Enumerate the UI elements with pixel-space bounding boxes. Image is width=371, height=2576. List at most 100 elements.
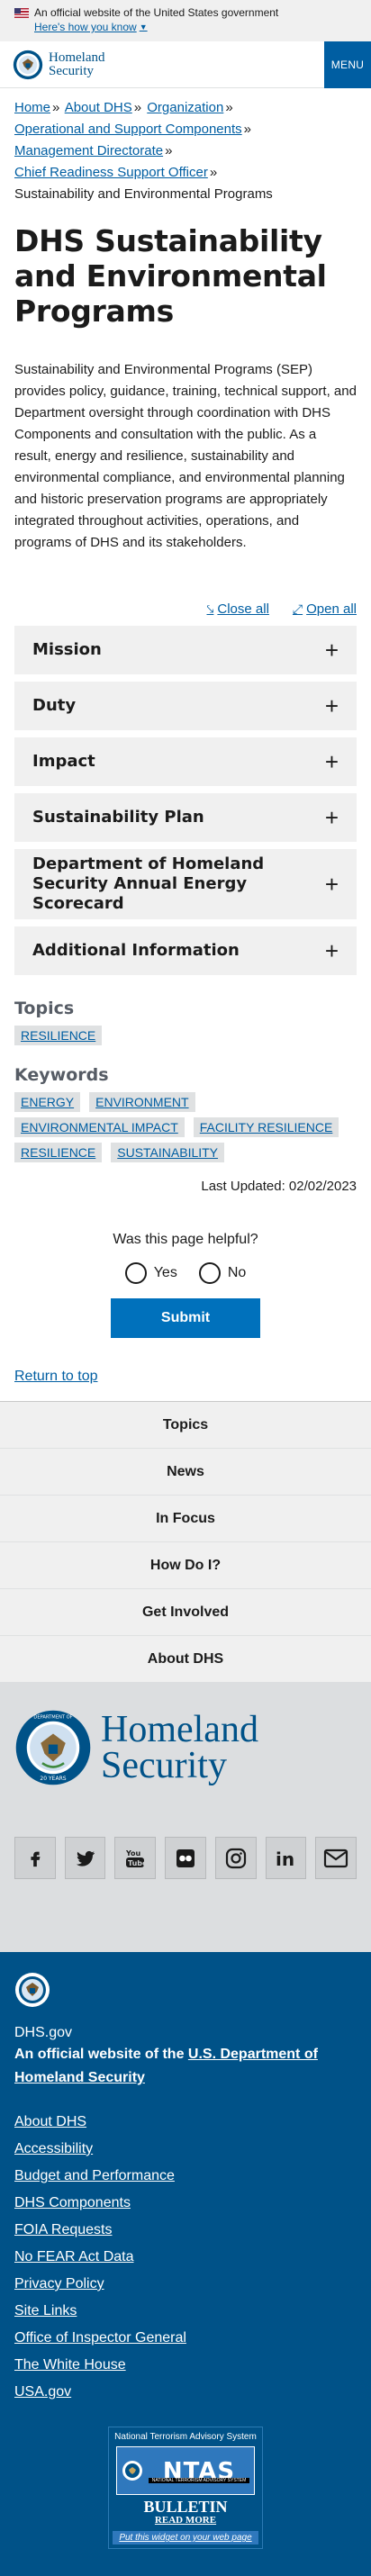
footer-link-privacy-policy[interactable]: Privacy Policy (14, 2273, 357, 2295)
footer-link-no-fear-act[interactable]: No FEAR Act Data (14, 2246, 357, 2268)
footer-nav-how-do-i[interactable]: How Do I? (0, 1541, 371, 1588)
ntas-widget[interactable]: National Terrorism Advisory System NTAS … (108, 2427, 263, 2549)
svg-text:You: You (125, 1849, 141, 1857)
close-all-link[interactable]: ⤥ Close all (207, 601, 269, 617)
submit-button[interactable]: Submit (111, 1298, 260, 1338)
official-prefix: An official website of the (14, 2047, 188, 2062)
accordion-title: Duty (32, 696, 77, 715)
gov-banner: An official website of the United States… (0, 0, 371, 41)
ntas-seal-icon (122, 2461, 142, 2481)
footer-bottom: DHS.gov An official website of the U.S. … (0, 1952, 371, 2576)
menu-button[interactable]: MENU (324, 41, 371, 88)
topics-heading: Topics (14, 999, 75, 1018)
footer-link-budget-performance[interactable]: Budget and Performance (14, 2165, 357, 2187)
how-you-know-label: Here's how you know (34, 21, 137, 33)
accordion-item-energy-scorecard[interactable]: Department of Homeland Security Annual E… (14, 849, 357, 919)
accordion-item-impact[interactable]: Impact + (14, 737, 357, 786)
logo-text: Homeland Security (49, 50, 104, 78)
logo-line2: Security (49, 63, 94, 78)
breadcrumb-operational-support[interactable]: Operational and Support Components (14, 122, 242, 137)
social-links: You Tube in (14, 1837, 357, 1879)
breadcrumb-separator: » (52, 100, 60, 115)
ntas-subtext: NATIONAL TERRORISM ADVISORY SYSTEM (148, 2478, 250, 2483)
breadcrumb-organization[interactable]: Organization (147, 100, 223, 115)
radio-no[interactable] (198, 1262, 221, 1284)
breadcrumb-management-directorate[interactable]: Management Directorate (14, 143, 163, 158)
keyword-tag-resilience[interactable]: RESILIENCE (14, 1143, 103, 1162)
keywords-heading: Keywords (14, 1065, 109, 1085)
footer-link-white-house[interactable]: The White House (14, 2355, 357, 2376)
accordion-item-sustainability-plan[interactable]: Sustainability Plan + (14, 793, 357, 842)
svg-text:in: in (276, 1848, 294, 1870)
open-all-link[interactable]: ⤢ Open all (293, 601, 357, 617)
breadcrumb-separator: » (209, 165, 218, 180)
breadcrumb-separator: » (133, 100, 142, 115)
ntas-read-more[interactable]: READ MORE (109, 2515, 262, 2526)
footer-official-text: An official website of the U.S. Departme… (14, 2043, 357, 2090)
last-updated: Last Updated: 02/02/2023 (201, 1179, 357, 1194)
dhs-seal-icon[interactable] (14, 1972, 50, 2008)
plus-icon: + (324, 692, 339, 719)
breadcrumb-about-dhs[interactable]: About DHS (65, 100, 132, 115)
ntas-top-text: National Terrorism Advisory System (114, 2432, 257, 2442)
seal-top-text: DEPARTMENT OF (33, 1714, 72, 1720)
breadcrumb-crso[interactable]: Chief Readiness Support Officer (14, 165, 208, 180)
accordion-item-duty[interactable]: Duty + (14, 682, 357, 730)
topic-tag-resilience[interactable]: RESILIENCE (14, 1026, 103, 1045)
accordion-title: Department of Homeland Security Annual E… (32, 854, 265, 913)
dhs-logo-link[interactable]: Homeland Security (13, 50, 104, 80)
footer-nav-get-involved[interactable]: Get Involved (0, 1588, 371, 1635)
accordion-title: Impact (32, 752, 95, 771)
return-to-top-link[interactable]: Return to top (14, 1369, 98, 1384)
keyword-tag-facility-resilience[interactable]: FACILITY RESILIENCE (193, 1117, 339, 1137)
accordion-item-additional-information[interactable]: Additional Information + (14, 926, 357, 975)
footer-link-site-links[interactable]: Site Links (14, 2300, 357, 2322)
breadcrumb-separator: » (165, 143, 173, 158)
footer-nav-topics[interactable]: Topics (0, 1401, 371, 1448)
ntas-banner: NTAS NATIONAL TERRORISM ADVISORY SYSTEM (116, 2446, 255, 2495)
ntas-widget-link[interactable]: Put this widget on your web page (113, 2531, 258, 2544)
radio-yes[interactable] (124, 1262, 147, 1284)
feedback-yes-option[interactable]: Yes (124, 1262, 177, 1284)
accordion-title: Mission (32, 640, 102, 659)
footer-link-usa-gov[interactable]: USA.gov (14, 2382, 357, 2403)
footer-link-inspector-general[interactable]: Office of Inspector General (14, 2327, 357, 2349)
breadcrumb-separator: » (225, 100, 233, 115)
close-all-label: Close all (217, 601, 269, 617)
footer-link-about-dhs[interactable]: About DHS (14, 2111, 357, 2133)
plus-icon: + (324, 748, 339, 775)
keyword-tag-energy[interactable]: ENERGY (14, 1092, 81, 1112)
gov-banner-text: An official website of the United States… (34, 6, 279, 19)
accordion-item-mission[interactable]: Mission + (14, 626, 357, 674)
instagram-icon[interactable] (214, 1837, 257, 1879)
breadcrumb-current: Sustainability and Environmental Program… (14, 186, 273, 202)
footer-dhs-logo-link[interactable]: 20 YEARS DEPARTMENT OF Homeland Security (14, 1709, 357, 1786)
page-title: DHS Sustainability and Environmental Pro… (14, 223, 327, 329)
feedback-no-option[interactable]: No (198, 1262, 246, 1284)
accordion-title: Sustainability Plan (32, 808, 204, 827)
twitter-icon[interactable] (64, 1837, 106, 1879)
footer-nav-news[interactable]: News (0, 1448, 371, 1495)
keyword-tag-environment[interactable]: ENVIRONMENT (89, 1092, 195, 1112)
keywords-tags: ENERGY ENVIRONMENT ENVIRONMENTAL IMPACT … (0, 1092, 371, 1162)
footer-logo-line2: Security (101, 1745, 227, 1786)
keyword-tag-sustainability[interactable]: SUSTAINABILITY (111, 1143, 225, 1162)
footer-link-foia-requests[interactable]: FOIA Requests (14, 2219, 357, 2241)
keyword-tag-environmental-impact[interactable]: ENVIRONMENTAL IMPACT (14, 1117, 185, 1137)
return-to-top-wrap: Return to top (0, 1338, 371, 1385)
footer-link-accessibility[interactable]: Accessibility (14, 2138, 357, 2160)
yes-label: Yes (153, 1265, 177, 1280)
footer-link-dhs-components[interactable]: DHS Components (14, 2192, 357, 2214)
footer-nav-in-focus[interactable]: In Focus (0, 1495, 371, 1541)
flickr-icon[interactable] (165, 1837, 206, 1879)
site-header: Homeland Security MENU (0, 41, 371, 88)
breadcrumb-home[interactable]: Home (14, 100, 50, 115)
email-icon[interactable] (315, 1837, 357, 1879)
footer-links: About DHS Accessibility Budget and Perfo… (14, 2111, 357, 2403)
linkedin-icon[interactable]: in (265, 1837, 307, 1879)
accordion: Mission + Duty + Impact + Sustainability… (0, 617, 371, 975)
youtube-icon[interactable]: You Tube (114, 1837, 157, 1879)
how-you-know-link[interactable]: Here's how you know ▼ (34, 20, 148, 34)
facebook-icon[interactable] (14, 1837, 56, 1879)
footer-nav-about-dhs[interactable]: About DHS (0, 1635, 371, 1682)
